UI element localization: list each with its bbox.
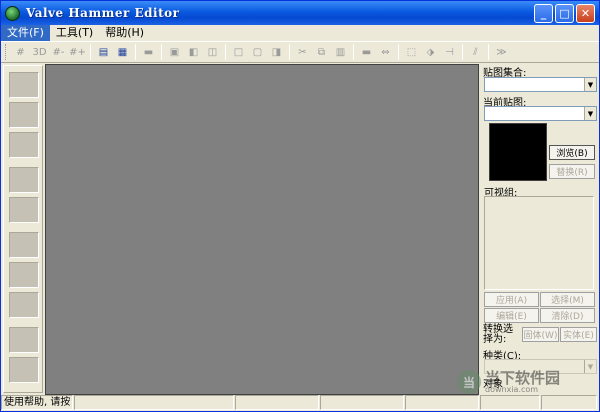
tools-palette [3,65,43,393]
tool-slot[interactable] [9,327,39,353]
copy-icon[interactable]: ⧉ [313,44,330,60]
delete-button[interactable]: 清除(D) [540,308,595,323]
watermark-text: 当下软件园 [485,368,561,387]
cube-icon[interactable]: □ [230,44,247,60]
title-bar[interactable]: Valve Hammer Editor _ □ ✕ [1,1,599,25]
editor-viewport[interactable] [45,64,479,395]
tool-slot[interactable] [9,232,39,258]
texture-group-select[interactable]: ▼ [484,77,597,92]
hide-icon[interactable]: ◫ [204,44,221,60]
toolbar-separator [90,44,91,60]
status-pane [74,395,234,410]
replace-button[interactable]: 替换(R) [549,164,595,179]
visgroups-list[interactable] [484,196,594,290]
select-icon[interactable]: ⬚ [403,44,420,60]
ungroup-icon[interactable]: ◧ [185,44,202,60]
toolbar-separator [225,44,226,60]
current-texture-select[interactable]: ▼ [484,106,597,121]
status-pane [320,395,404,410]
tool-slot[interactable] [9,262,39,288]
toolbar-separator [161,44,162,60]
toolbar-separator [135,44,136,60]
carve-icon[interactable]: ▬ [140,44,157,60]
menu-tools[interactable]: 工具(T) [50,25,99,41]
texture-app-icon[interactable]: ▦ [114,44,131,60]
chevron-down-icon[interactable]: ▼ [584,78,596,91]
cube-side-icon[interactable]: ◨ [268,44,285,60]
vertex-icon[interactable]: ⬗ [422,44,439,60]
status-pane [235,395,319,410]
main-toolbar: # 3D #- #+ ▤ ▦ ▬ ▣ ◧ ◫ □ ▢ ◨ ✂ ⧉ ▥ ▬ ⇔ ⬚… [1,41,599,63]
toolbar-separator [488,44,489,60]
watermark: 当 当下软件园 downxia.com [457,367,597,397]
edit-button[interactable]: 编辑(E) [484,308,539,323]
minimize-button[interactable]: _ [534,4,553,23]
browse-button[interactable]: 浏览(B) [549,145,595,160]
window-title: Valve Hammer Editor [26,6,180,20]
maximize-button[interactable]: □ [555,4,574,23]
main-window: Valve Hammer Editor _ □ ✕ 文件(F) 工具(T) 帮助… [0,0,600,412]
toolbar-separator [289,44,290,60]
watermark-logo-icon: 当 [457,370,481,394]
texture-panel: 贴图集合: ▼ 当前贴图: ▼ 浏览(B) 替换(R) 可视组: 应用(A) 选… [481,63,599,395]
entity-button[interactable]: 实体(E) [560,327,597,342]
watermark-url: downxia.com [485,384,539,394]
status-pane [480,395,540,410]
window-controls: _ □ ✕ [534,4,595,23]
cube-back-icon[interactable]: ▢ [249,44,266,60]
grid-3d-icon[interactable]: 3D [31,44,48,60]
toolbar-separator [462,44,463,60]
chevron-down-icon[interactable]: ▼ [584,107,596,120]
texture-preview [489,123,547,181]
toolbar-grip[interactable] [5,44,8,60]
tool-slot[interactable] [9,102,39,128]
menu-file[interactable]: 文件(F) [1,25,50,41]
watermark-text-block: 当下软件园 downxia.com [485,368,561,394]
menu-help[interactable]: 帮助(H) [99,25,150,41]
solid-button[interactable]: 固体(W) [522,327,559,342]
tool-slot[interactable] [9,292,39,318]
group-icon[interactable]: ▣ [166,44,183,60]
status-pane [405,395,479,410]
app-logo-icon [5,5,20,21]
texture-lock-icon[interactable]: ▤ [95,44,112,60]
convert-label: 转换选择为: [483,324,513,345]
menu-bar: 文件(F) 工具(T) 帮助(H) [1,25,599,41]
grid-icon[interactable]: # [12,44,29,60]
compile-icon[interactable]: ≫ [493,44,510,60]
apply-button[interactable]: 应用(A) [484,292,539,307]
close-button[interactable]: ✕ [576,4,595,23]
toolbar-separator [353,44,354,60]
tool-slot[interactable] [9,167,39,193]
tool-slot[interactable] [9,72,39,98]
grid-smaller-icon[interactable]: #- [50,44,67,60]
resize-icon[interactable]: ⇔ [377,44,394,60]
paste-icon[interactable]: ▥ [332,44,349,60]
tool-slot[interactable] [9,197,39,223]
status-help-text: 使用帮助, 请按 [1,395,73,410]
select-button[interactable]: 选择(M) [540,292,595,307]
grid-larger-icon[interactable]: #+ [69,44,86,60]
tool-slot[interactable] [9,357,39,383]
mirror-icon[interactable]: ⫽ [467,44,484,60]
status-pane [541,395,597,410]
status-bar: 使用帮助, 请按 [1,395,599,411]
cut-icon[interactable]: ✂ [294,44,311,60]
tool-slot[interactable] [9,132,39,158]
brush-entity-icon[interactable]: ▬ [358,44,375,60]
clip-icon[interactable]: ⊣ [441,44,458,60]
toolbar-separator [398,44,399,60]
